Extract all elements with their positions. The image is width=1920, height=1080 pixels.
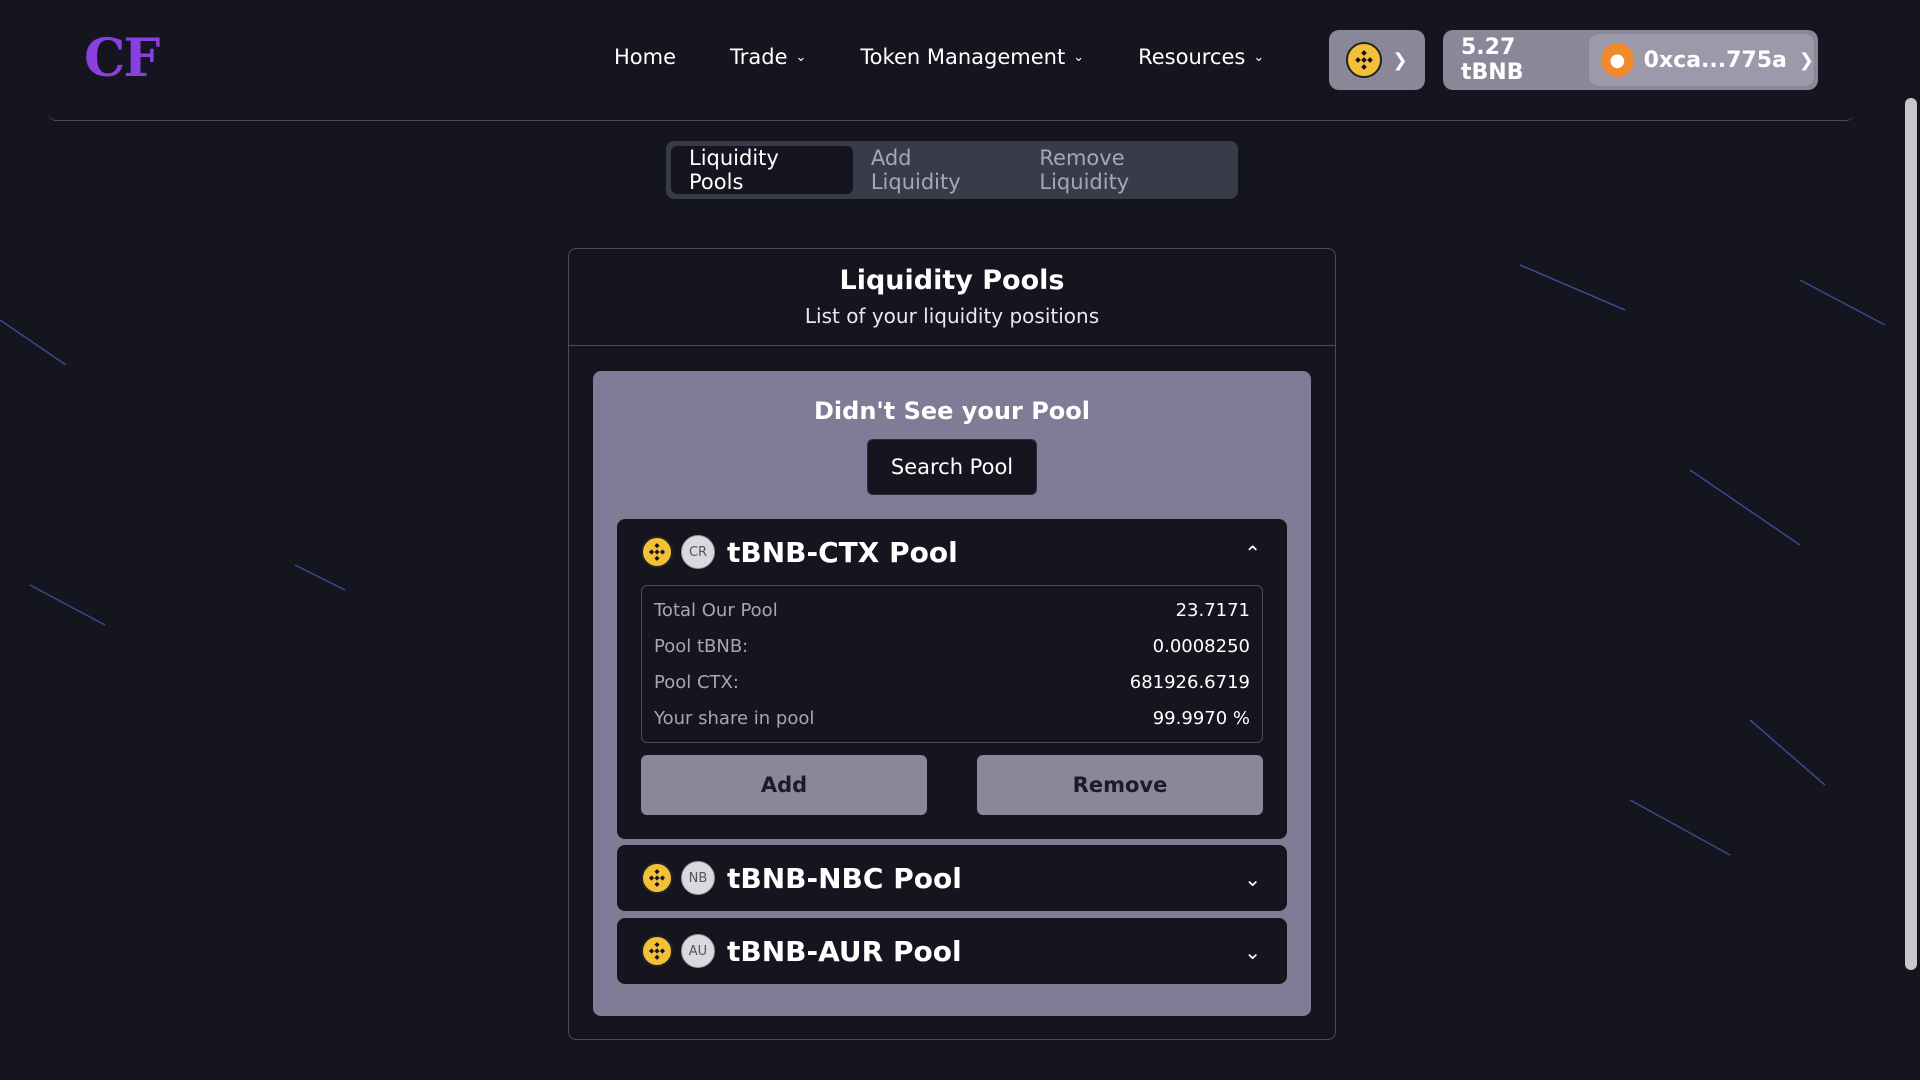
tab-remove-liquidity[interactable]: Remove Liquidity bbox=[1021, 146, 1233, 194]
pool-name: tBNB-CTX Pool bbox=[727, 535, 958, 569]
chevron-up-icon[interactable]: ⌃ bbox=[1244, 541, 1261, 565]
token-badge: CR bbox=[681, 535, 715, 569]
pools-panel: Didn't See your Pool Search Pool CR tBNB… bbox=[593, 371, 1311, 1016]
nav-home-label: Home bbox=[614, 45, 677, 69]
detail-label: Total Our Pool bbox=[654, 599, 778, 621]
pool-item[interactable]: AU tBNB-AUR Pool ⌄ bbox=[617, 918, 1287, 984]
nav-token-management-label: Token Management bbox=[860, 45, 1066, 69]
detail-label: Your share in pool bbox=[654, 707, 815, 729]
detail-value: 23.7171 bbox=[1175, 599, 1250, 621]
token-badge: AU bbox=[681, 934, 715, 968]
bnb-coin-icon bbox=[641, 935, 673, 967]
pool-actions: Add Remove bbox=[641, 755, 1263, 815]
page-scrollbar[interactable] bbox=[1902, 0, 1920, 1080]
liquidity-pools-card: Liquidity Pools List of your liquidity p… bbox=[568, 248, 1336, 1040]
detail-label: Pool tBNB: bbox=[654, 635, 749, 657]
brand-logo[interactable]: CF bbox=[84, 28, 160, 89]
chevron-down-icon: ⌄ bbox=[1073, 49, 1085, 65]
detail-value: 99.9970 % bbox=[1152, 707, 1250, 729]
bnb-coin-icon bbox=[1346, 42, 1383, 78]
liquidity-tabs: Liquidity Pools Add Liquidity Remove Liq… bbox=[666, 141, 1238, 199]
bnb-coin-icon bbox=[641, 536, 673, 568]
nav-resources[interactable]: Resources ⌄ bbox=[1138, 45, 1264, 69]
detail-label: Pool CTX: bbox=[654, 671, 739, 693]
card-title: Liquidity Pools bbox=[839, 265, 1065, 296]
tab-liquidity-pools[interactable]: Liquidity Pools bbox=[671, 146, 853, 194]
wallet-balance: 5.27 tBNB bbox=[1461, 35, 1524, 85]
nav-trade-label: Trade bbox=[730, 45, 788, 69]
pool-item[interactable]: NB tBNB-NBC Pool ⌄ bbox=[617, 845, 1287, 911]
pool-name: tBNB-NBC Pool bbox=[727, 861, 962, 895]
nav-home[interactable]: Home bbox=[614, 45, 676, 69]
chevron-down-icon[interactable]: ⌄ bbox=[1244, 940, 1261, 964]
nav-trade[interactable]: Trade ⌄ bbox=[730, 45, 806, 69]
scrollbar-thumb[interactable] bbox=[1905, 98, 1917, 970]
network-selector-button[interactable]: ❯ bbox=[1329, 30, 1425, 90]
card-header: Liquidity Pools List of your liquidity p… bbox=[569, 249, 1335, 346]
chevron-down-icon: ⌄ bbox=[1253, 49, 1265, 65]
chevron-down-icon: ⌄ bbox=[795, 49, 807, 65]
chevron-down-icon[interactable]: ⌄ bbox=[1244, 867, 1261, 891]
remove-button[interactable]: Remove bbox=[977, 755, 1263, 815]
account-button[interactable]: ● 0xca...775a ❯ bbox=[1589, 34, 1814, 86]
token-badge: NB bbox=[681, 861, 715, 895]
wallet-address: 0xca...775a bbox=[1643, 47, 1787, 73]
main-nav: Home Trade ⌄ Token Management ⌄ Resource… bbox=[614, 45, 1318, 69]
detail-row: Pool tBNB: 0.0008250 bbox=[654, 628, 1250, 664]
detail-value: 0.0008250 bbox=[1152, 635, 1250, 657]
nav-resources-label: Resources bbox=[1138, 45, 1246, 69]
pool-name: tBNB-AUR Pool bbox=[727, 934, 962, 968]
pool-header[interactable]: NB tBNB-NBC Pool ⌄ bbox=[617, 845, 1287, 911]
detail-row: Your share in pool 99.9970 % bbox=[654, 700, 1250, 736]
search-pool-button[interactable]: Search Pool bbox=[867, 439, 1037, 495]
missing-pool-prompt: Didn't See your Pool bbox=[814, 397, 1090, 425]
add-button[interactable]: Add bbox=[641, 755, 927, 815]
wallet-widget[interactable]: 5.27 tBNB ● 0xca...775a ❯ bbox=[1443, 30, 1818, 90]
pool-header[interactable]: AU tBNB-AUR Pool ⌄ bbox=[617, 918, 1287, 984]
card-subtitle: List of your liquidity positions bbox=[804, 304, 1100, 328]
detail-row: Total Our Pool 23.7171 bbox=[654, 592, 1250, 628]
nav-token-management[interactable]: Token Management ⌄ bbox=[860, 45, 1084, 69]
pool-item: CR tBNB-CTX Pool ⌃ Total Our Pool 23.717… bbox=[617, 519, 1287, 839]
chevron-down-icon: ❯ bbox=[1392, 49, 1408, 71]
pool-details: Total Our Pool 23.7171 Pool tBNB: 0.0008… bbox=[641, 585, 1263, 743]
detail-row: Pool CTX: 681926.6719 bbox=[654, 664, 1250, 700]
tab-add-liquidity[interactable]: Add Liquidity bbox=[853, 146, 1022, 194]
detail-value: 681926.6719 bbox=[1129, 671, 1250, 693]
top-navbar: CF Home Trade ⌄ Token Management ⌄ Resou… bbox=[48, 0, 1854, 121]
avatar-icon: ● bbox=[1601, 43, 1634, 77]
bnb-coin-icon bbox=[641, 862, 673, 894]
chevron-down-icon: ❯ bbox=[1798, 49, 1814, 71]
pool-header[interactable]: CR tBNB-CTX Pool ⌃ bbox=[617, 519, 1287, 585]
